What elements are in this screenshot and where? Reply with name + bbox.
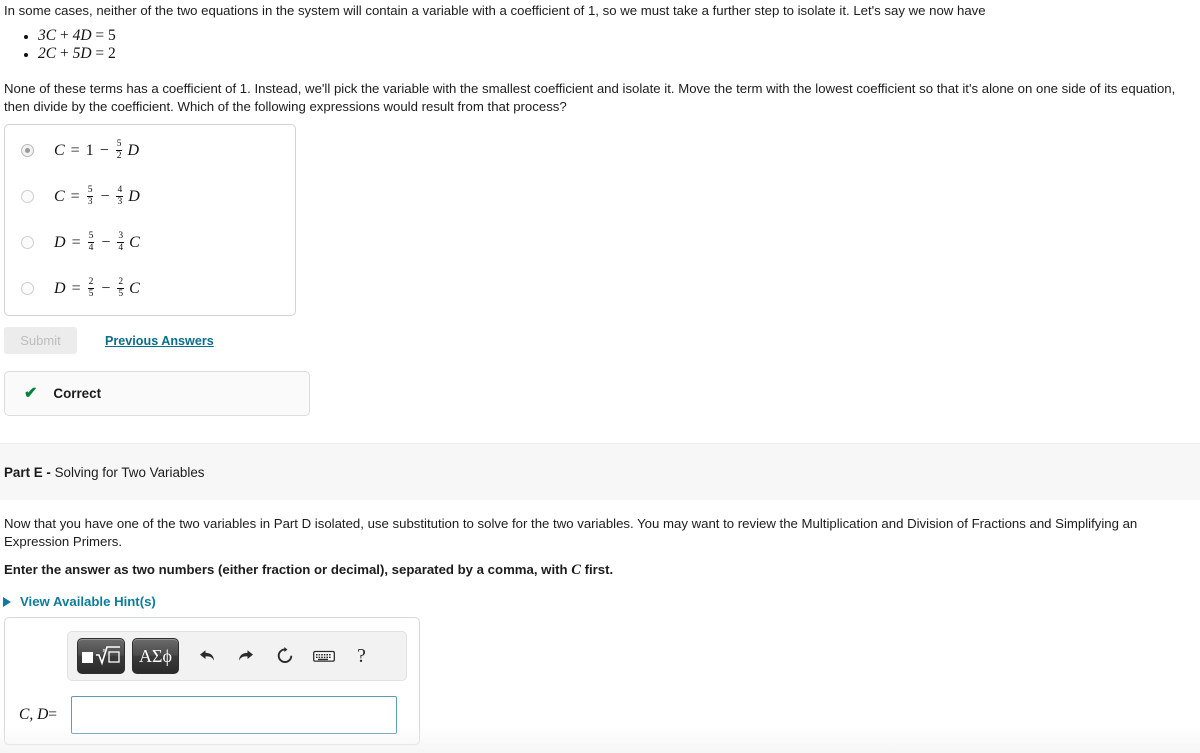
answer-input[interactable] (71, 696, 397, 734)
option-b-math: C = 5 3−4 3 D (54, 185, 140, 207)
option-row-b[interactable]: C = 5 3−4 3 D (5, 176, 295, 217)
intro-paragraph: In some cases, neither of the two equati… (4, 3, 986, 18)
radio-option-b[interactable] (21, 190, 34, 203)
option-c-math: D = 5 4−3 4 C (54, 231, 140, 253)
greek-symbols-button[interactable]: ΑΣϕ (132, 638, 179, 674)
template-root-icon: n (82, 646, 120, 666)
answer-label: C, D= (19, 706, 67, 724)
caret-right-icon (3, 596, 11, 607)
previous-answers-link[interactable]: Previous Answers (105, 334, 214, 348)
correct-label: Correct (53, 386, 102, 401)
svg-text:n: n (103, 648, 106, 654)
radio-option-d[interactable] (21, 282, 34, 295)
explanation-paragraph: None of these terms has a coefficient of… (4, 81, 1176, 114)
part-instruction: Enter the answer as two numbers (either … (4, 562, 613, 579)
option-row-d[interactable]: D = 2 5−2 5 C (5, 268, 295, 309)
part-title: Solving for Two Variables (54, 464, 205, 480)
option-a-math: C = 1−5 2 D (54, 139, 140, 161)
option-row-a[interactable]: C = 1−5 2 D (5, 130, 295, 171)
system-equations-list: 3C + 4D = 5 2C + 5D = 2 (4, 27, 116, 62)
instruction-prefix: Enter the answer as two numbers (either … (4, 562, 568, 577)
part-label: Part E - (4, 464, 51, 480)
option-d-math: D = 2 5−2 5 C (54, 277, 140, 299)
view-hints-label: View Available Hint(s) (20, 594, 156, 609)
redo-icon[interactable] (235, 645, 257, 667)
option-row-c[interactable]: D = 5 4−3 4 C (5, 222, 295, 263)
radio-option-c[interactable] (21, 236, 34, 249)
answer-label-equals: = (48, 706, 58, 723)
answer-entry-widget: n ΑΣϕ ? C, D= (4, 617, 420, 745)
math-palette-toolbar: n ΑΣϕ ? (67, 631, 407, 681)
reset-icon[interactable] (274, 645, 296, 667)
undo-icon[interactable] (196, 645, 218, 667)
part-heading: Part E - Solving for Two Variables (4, 465, 204, 480)
help-icon[interactable]: ? (357, 645, 366, 668)
answer-input-row: C, D= (5, 696, 419, 734)
multiple-choice-options: C = 1−5 2 D C = 5 3−4 3 D D = 5 4−3 4 C D = 2 5−2 5 C (4, 124, 296, 316)
checkmark-icon: ✔ (24, 384, 38, 402)
radio-option-a[interactable] (21, 144, 34, 157)
submit-row: Submit Previous Answers (4, 327, 214, 354)
instruction-variable: C (571, 562, 581, 578)
submit-button[interactable]: Submit (4, 327, 77, 354)
view-hints-link[interactable]: View Available Hint(s) (3, 594, 156, 609)
equation-item: 2C + 5D = 2 (38, 45, 116, 63)
answer-label-vars: C, D (19, 706, 49, 723)
correct-feedback-banner: ✔ Correct (4, 371, 310, 416)
equation-item: 3C + 4D = 5 (38, 27, 116, 45)
problem-page: In some cases, neither of the two equati… (0, 0, 1200, 753)
keyboard-icon[interactable] (313, 645, 335, 667)
instruction-suffix: first. (584, 562, 614, 577)
part-header-band: Part E - Solving for Two Variables (0, 443, 1200, 500)
part-description: Now that you have one of the two variabl… (4, 516, 1138, 549)
math-template-button[interactable]: n (77, 638, 125, 674)
